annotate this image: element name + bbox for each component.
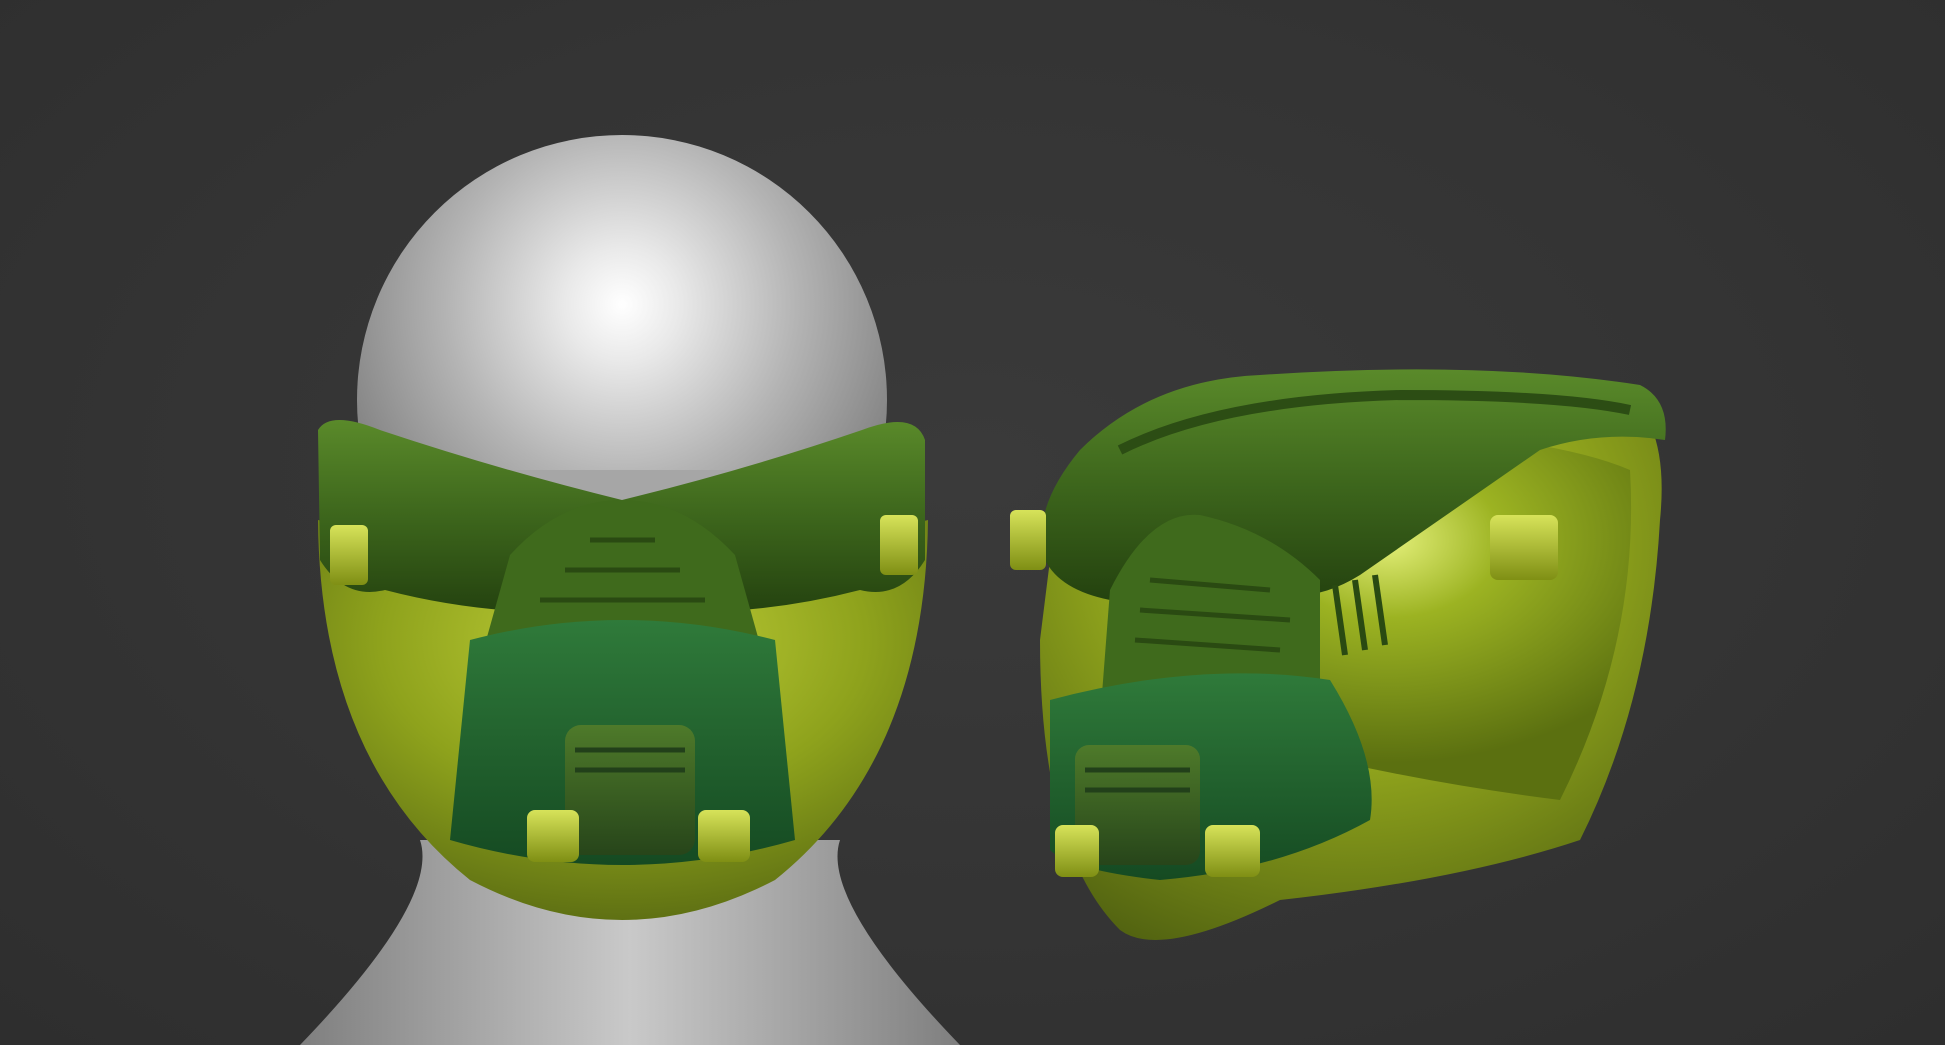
clip-side-strap-right (1490, 515, 1558, 580)
clip-side-lower-left (1055, 825, 1099, 877)
clip-lower-left (527, 810, 579, 862)
clip-strap-left (330, 525, 368, 585)
three-quarter-view-mask (1010, 369, 1666, 941)
clip-side-lower-right (1205, 825, 1260, 877)
front-view-head-with-mask (300, 135, 960, 1045)
clip-lower-right (698, 810, 750, 862)
viewport-background (0, 0, 1945, 1045)
filter-cartridge-front (565, 725, 695, 855)
clip-side-strap-left (1010, 510, 1046, 570)
clip-strap-right (880, 515, 918, 575)
render-canvas (300, 135, 1666, 1045)
